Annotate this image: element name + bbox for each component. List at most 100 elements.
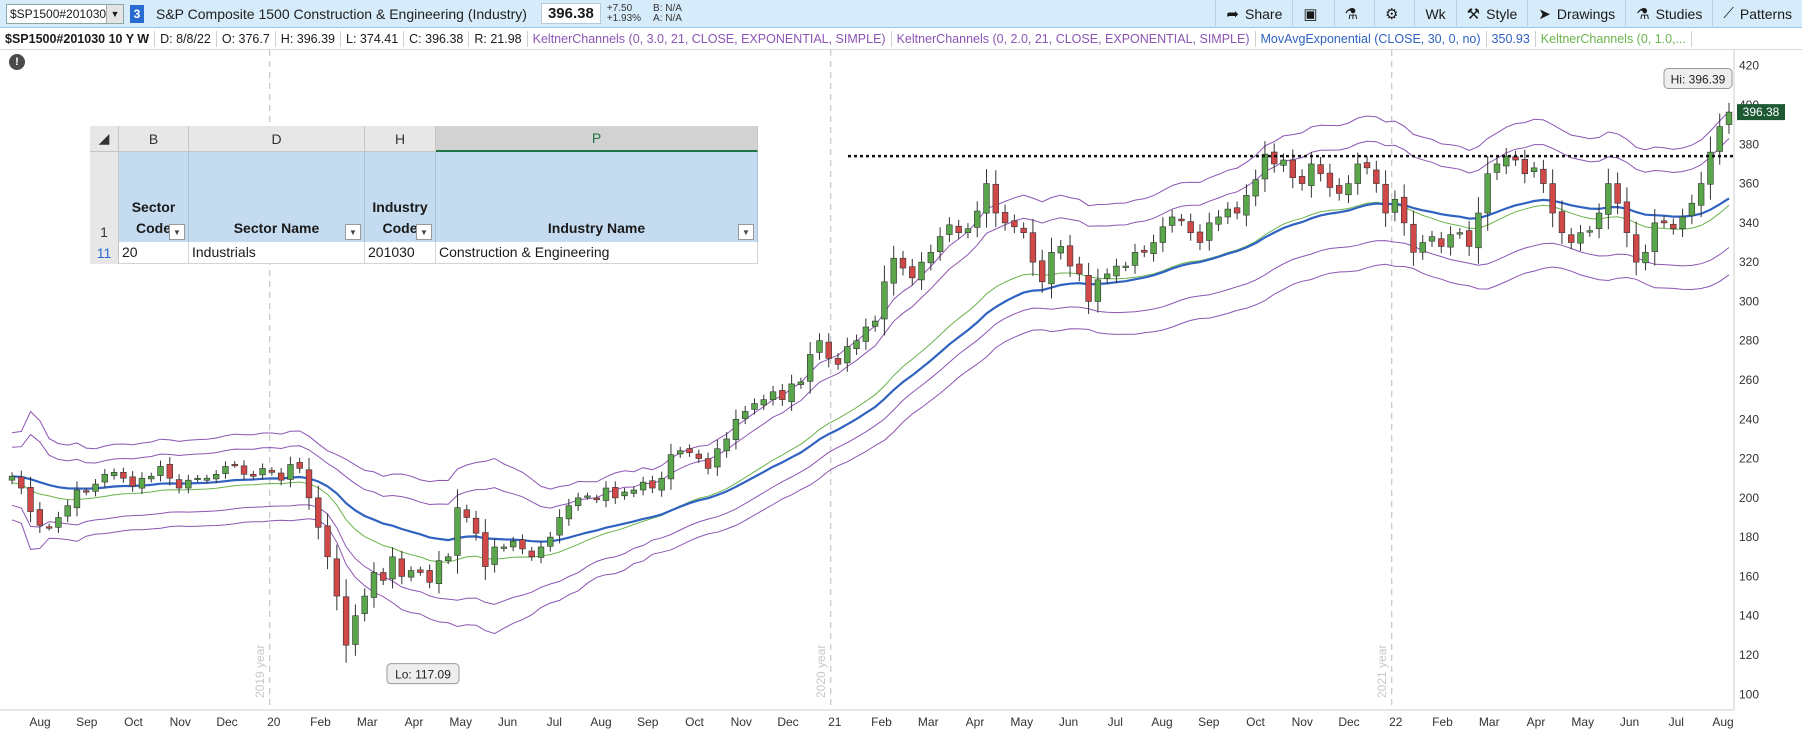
candle xyxy=(1549,169,1556,228)
candle-body xyxy=(231,464,238,467)
candle xyxy=(36,501,44,533)
candle-body xyxy=(593,497,600,501)
candle xyxy=(482,519,489,580)
filter-dropdown-icon[interactable]: ▼ xyxy=(738,224,754,240)
candle xyxy=(194,474,201,483)
x-tick-label: Oct xyxy=(124,715,143,729)
lab-button[interactable]: ⚗ xyxy=(1333,0,1374,28)
study-keltner-1[interactable]: KeltnerChannels (0, 1.0,... xyxy=(1536,30,1693,47)
candle-body xyxy=(398,558,405,577)
style-button[interactable]: ⚒ Style xyxy=(1455,0,1528,28)
candle-body xyxy=(222,466,229,474)
candle xyxy=(946,217,953,243)
candle xyxy=(1317,156,1324,182)
row-number-1[interactable]: 1 xyxy=(90,152,119,242)
cell-sector-name[interactable]: Industrials xyxy=(189,242,365,264)
aggregation-button[interactable]: Wk xyxy=(1414,0,1455,28)
candle-body xyxy=(630,489,638,494)
candle xyxy=(1103,268,1111,285)
candle-body xyxy=(203,477,211,481)
patterns-button[interactable]: ⟋ Patterns xyxy=(1712,0,1802,28)
x-tick-label: Feb xyxy=(310,715,331,729)
cell-industry-code[interactable]: 201030 xyxy=(365,242,436,264)
study-keltner-3[interactable]: KeltnerChannels (0, 3.0, 21, CLOSE, EXPO… xyxy=(528,30,892,47)
candle-body xyxy=(1048,252,1055,285)
candle-body xyxy=(788,383,795,403)
header-sector-name-text: Sector Name xyxy=(233,220,320,236)
filter-dropdown-icon[interactable]: ▼ xyxy=(416,224,432,240)
link-group-badge[interactable]: 3 xyxy=(130,4,144,23)
candle xyxy=(918,252,925,290)
column-header-d[interactable]: D xyxy=(189,126,365,152)
candle-body xyxy=(1679,216,1686,230)
candle xyxy=(1373,160,1380,193)
header-sector-name: Sector Name ▼ xyxy=(189,152,365,242)
cell-industry-name[interactable]: Construction & Engineering xyxy=(436,242,758,264)
column-header-h[interactable]: H xyxy=(365,126,436,152)
year-marker-label: 2021 year xyxy=(1375,645,1389,698)
study-keltner-2[interactable]: KeltnerChannels (0, 2.0, 21, CLOSE, EXPO… xyxy=(892,30,1256,47)
select-all-corner[interactable]: ◢ xyxy=(90,126,119,152)
candle xyxy=(1670,218,1677,235)
candle-body xyxy=(380,572,387,581)
candle-body xyxy=(463,509,470,518)
row-number-11[interactable]: 11 xyxy=(90,242,119,264)
settings-button[interactable]: ⚙ xyxy=(1374,0,1414,28)
candle-body xyxy=(1447,234,1454,248)
warning-icon[interactable]: ! xyxy=(9,54,25,70)
candle xyxy=(686,444,693,457)
column-header-b[interactable]: B xyxy=(119,126,189,152)
candle-body xyxy=(1484,173,1491,214)
share-button[interactable]: ➦ Share xyxy=(1215,0,1292,28)
candle xyxy=(222,461,229,479)
candle xyxy=(1605,168,1612,230)
candle xyxy=(110,468,118,480)
candle xyxy=(1298,169,1306,191)
symbol-input[interactable]: $SP1500#201030 ▼ xyxy=(6,3,124,24)
security-name: S&P Composite 1500 Construction & Engine… xyxy=(156,5,527,22)
bar-date: D: 8/8/22 xyxy=(155,30,217,47)
candle xyxy=(1001,204,1009,231)
spreadsheet-overlay: ◢ B D H P 1 11 Sector Code ▼ Sector Name … xyxy=(90,126,762,264)
candle-body xyxy=(1688,202,1696,216)
candle xyxy=(806,342,814,394)
candle-body xyxy=(1577,232,1584,244)
candle xyxy=(157,460,164,482)
candle-body xyxy=(185,479,192,489)
header-industry-name: Industry Name ▼ xyxy=(436,152,758,242)
candle-body xyxy=(250,473,257,477)
study-ema-30[interactable]: MovAvgExponential (CLOSE, 30, 0, no) xyxy=(1256,30,1487,47)
candle-body xyxy=(259,468,266,476)
candle-body xyxy=(8,475,16,481)
snapshot-icon: ▣ xyxy=(1303,5,1318,23)
candle-body xyxy=(194,477,201,481)
candle xyxy=(1215,210,1222,232)
snapshot-button[interactable]: ▣ xyxy=(1292,0,1333,28)
filter-active-icon[interactable]: ▼ xyxy=(169,224,185,240)
candle xyxy=(380,567,387,585)
candle-body xyxy=(166,464,173,479)
x-tick-label: Jun xyxy=(1620,715,1639,729)
candle-body xyxy=(797,381,805,385)
chevron-down-icon[interactable]: ▼ xyxy=(106,4,123,23)
candle xyxy=(1159,217,1167,253)
column-header-p[interactable]: P xyxy=(436,126,758,152)
candle xyxy=(1326,163,1334,197)
candle xyxy=(1363,156,1371,175)
candle-body xyxy=(1057,246,1064,254)
symbol-input-value[interactable]: $SP1500#201030 xyxy=(7,7,106,21)
candle xyxy=(1707,136,1714,200)
candle xyxy=(1308,151,1315,198)
candle xyxy=(27,476,34,523)
studies-button[interactable]: ⚗ Studies xyxy=(1625,0,1712,28)
candle-body xyxy=(695,453,702,459)
candle xyxy=(723,432,730,458)
candle-body xyxy=(361,595,368,614)
filter-dropdown-icon[interactable]: ▼ xyxy=(345,224,361,240)
candle-body xyxy=(64,505,71,517)
candle-body xyxy=(1206,222,1213,241)
candle xyxy=(769,385,777,406)
drawings-button[interactable]: ➤ Drawings xyxy=(1527,0,1625,28)
candle-body xyxy=(742,411,749,419)
cell-sector-code[interactable]: 20 xyxy=(119,242,189,264)
